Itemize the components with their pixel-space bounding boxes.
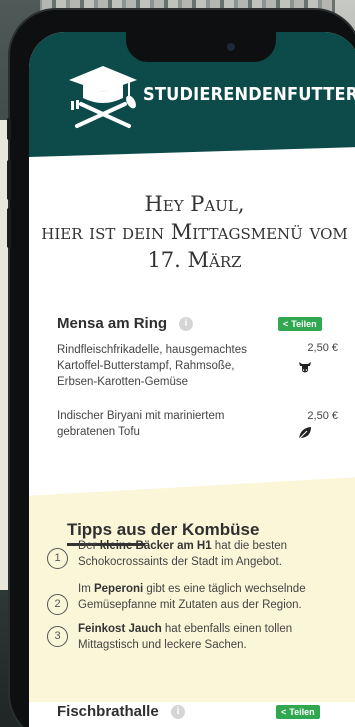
- greeting-heading: Hey Paul, hier ist dein Mittagsmenü vom …: [29, 190, 355, 274]
- info-icon[interactable]: i: [179, 317, 193, 331]
- tip-place-name: kleine Bäcker am H1: [99, 540, 212, 552]
- tips-title: Tipps aus der Kombüse: [67, 520, 260, 539]
- dish-description: Rindfleischfrikadelle, hausgemachtes Kar…: [57, 344, 247, 388]
- dish-price: 2,50 €: [307, 342, 338, 354]
- volume-up-button: [7, 160, 11, 200]
- graduation-cap-cutlery-icon: [69, 66, 137, 128]
- share-button[interactable]: < Teilen: [278, 317, 322, 331]
- leaf-icon: [298, 427, 311, 440]
- dish-description: Indischer Biryani mit mariniertem gebrat…: [57, 410, 225, 438]
- tip-number: 1: [47, 548, 68, 569]
- greeting-line-menu: hier ist dein Mittagsmenü vom: [41, 220, 348, 244]
- share-label: Teilen: [291, 319, 317, 329]
- tip-place-name: Feinkost Jauch: [78, 623, 162, 635]
- front-camera: [227, 43, 235, 51]
- app-brand-name: STUDIERENDENFUTTER: [143, 84, 355, 105]
- app-screen[interactable]: STUDIERENDENFUTTER Hey Paul, hier ist de…: [29, 32, 355, 727]
- share-label: Teilen: [289, 707, 315, 717]
- tip-text: Der kleine Bäcker am H1 hat die besten S…: [78, 540, 288, 568]
- mensa-title: Mensa am Ring: [57, 315, 168, 332]
- mute-switch: [7, 118, 11, 140]
- tip-text: Feinkost Jauch hat ebenfalls einen tolle…: [78, 623, 293, 651]
- tip-place-name: Peperoni: [93, 583, 144, 595]
- share-icon: <: [283, 319, 289, 329]
- tip-number: 2: [47, 594, 68, 615]
- tip-number: 3: [47, 626, 68, 647]
- share-button[interactable]: < Teilen: [276, 705, 320, 719]
- greeting-line-name: Hey Paul,: [144, 192, 245, 216]
- info-icon[interactable]: i: [171, 705, 185, 719]
- greeting-line-date: 17. März: [147, 248, 242, 272]
- share-icon: <: [281, 707, 287, 717]
- cow-icon: [299, 362, 311, 373]
- fischbrathalle-title: Fischbrathalle: [57, 703, 159, 720]
- tip-text: Im Peperoni gibt es eine täglich wechsel…: [78, 583, 306, 611]
- volume-down-button: [7, 208, 11, 248]
- phone-frame: STUDIERENDENFUTTER Hey Paul, hier ist de…: [7, 10, 355, 727]
- dish-price: 2,50 €: [307, 410, 338, 422]
- notch: [126, 32, 276, 62]
